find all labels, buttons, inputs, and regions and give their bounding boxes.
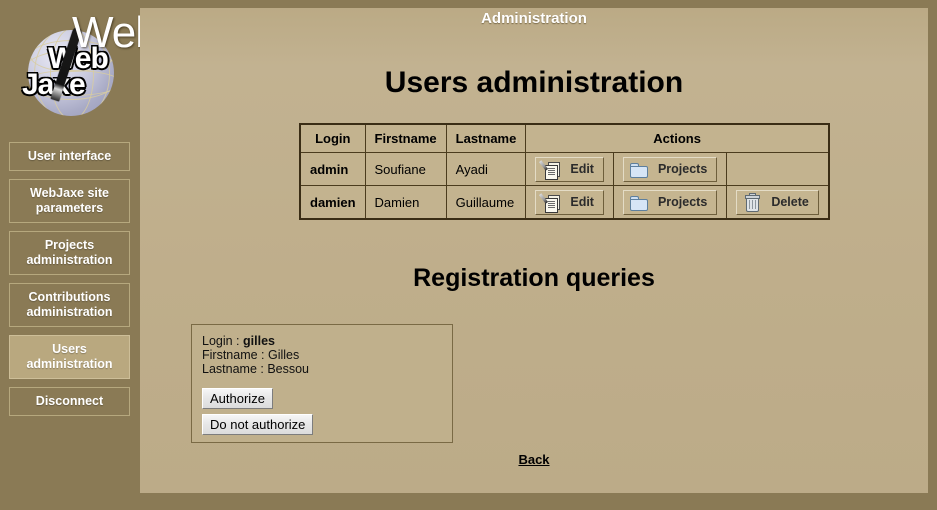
edit-icon <box>539 159 561 180</box>
back-link-container: Back <box>140 451 928 469</box>
delete-button-damien[interactable]: Delete <box>736 189 819 215</box>
sidebar-item-projects-administration[interactable]: Projects administration <box>9 231 130 275</box>
edit-button-label: Edit <box>570 195 594 209</box>
projects-button-admin[interactable]: Projects <box>622 156 718 182</box>
edit-button-damien[interactable]: Edit <box>535 189 604 215</box>
cell-firstname: Damien <box>364 185 447 220</box>
registration-firstname-line: Firstname : Gilles <box>202 348 300 362</box>
cell-action-empty <box>726 152 830 186</box>
edit-button-admin[interactable]: Edit <box>535 156 604 182</box>
projects-button-label: Projects <box>657 162 708 176</box>
table-row: damien Damien Guillaume Edit Projects De… <box>299 185 830 220</box>
registration-lastname-line: Lastname : Bessou <box>202 362 310 376</box>
registration-login-label: Login : <box>202 334 244 348</box>
projects-button-label: Projects <box>657 195 708 209</box>
sidebar-nav: User interface WebJaxe site parameters P… <box>9 142 130 424</box>
registration-queries-title: Registration queries <box>413 264 655 292</box>
main-content-panel: Administration Users administration Logi… <box>140 8 928 493</box>
sidebar-item-disconnect[interactable]: Disconnect <box>9 387 130 416</box>
delete-button-label: Delete <box>771 195 809 209</box>
table-row: admin Soufiane Ayadi Edit Projects <box>299 152 830 186</box>
admin-banner: Administration <box>481 10 587 27</box>
edit-button-label: Edit <box>570 162 594 176</box>
sidebar-item-users-administration[interactable]: Users administration <box>9 335 130 379</box>
sidebar-item-site-parameters[interactable]: WebJaxe site parameters <box>9 179 130 223</box>
cell-login: damien <box>299 185 366 220</box>
app-logo: Web Jaxe WebJaxe <box>0 0 249 135</box>
trash-icon <box>742 192 761 212</box>
cell-lastname: Guillaume <box>445 185 527 220</box>
do-not-authorize-button[interactable]: Do not authorize <box>202 414 314 435</box>
cell-action-projects: Projects <box>612 185 728 220</box>
registration-login-line: Login : gilles <box>202 334 442 348</box>
cell-action-edit: Edit <box>525 152 614 186</box>
authorize-button[interactable]: Authorize <box>202 388 273 409</box>
sidebar: Web Jaxe WebJaxe User interface WebJaxe … <box>0 0 249 481</box>
cell-firstname: Soufiane <box>364 152 447 186</box>
column-header-lastname: Lastname <box>445 123 527 153</box>
column-header-actions: Actions <box>525 123 830 153</box>
sidebar-item-user-interface[interactable]: User interface <box>9 142 130 171</box>
registration-actions: Authorize Do not authorize <box>202 388 442 435</box>
page-title: Users administration <box>384 66 684 99</box>
cell-action-projects: Projects <box>612 152 728 186</box>
projects-button-damien[interactable]: Projects <box>622 189 718 215</box>
users-table: Login Firstname Lastname Actions admin S… <box>299 123 830 220</box>
column-header-firstname: Firstname <box>364 123 447 153</box>
folder-icon <box>629 193 648 212</box>
cell-action-edit: Edit <box>525 185 614 220</box>
registration-login-value: gilles <box>243 334 275 348</box>
sidebar-item-contributions-administration[interactable]: Contributions administration <box>9 283 130 327</box>
table-header-row: Login Firstname Lastname Actions <box>299 123 830 153</box>
back-link[interactable]: Back <box>518 452 549 467</box>
cell-login: admin <box>299 152 366 186</box>
users-table-container: Login Firstname Lastname Actions admin S… <box>299 123 830 220</box>
cell-lastname: Ayadi <box>445 152 527 186</box>
column-header-login: Login <box>299 123 366 153</box>
registration-query-card: Login : gilles Firstname : Gilles Lastna… <box>191 324 453 443</box>
cell-action-delete: Delete <box>726 185 830 220</box>
folder-icon <box>629 160 648 179</box>
edit-icon <box>539 192 561 213</box>
